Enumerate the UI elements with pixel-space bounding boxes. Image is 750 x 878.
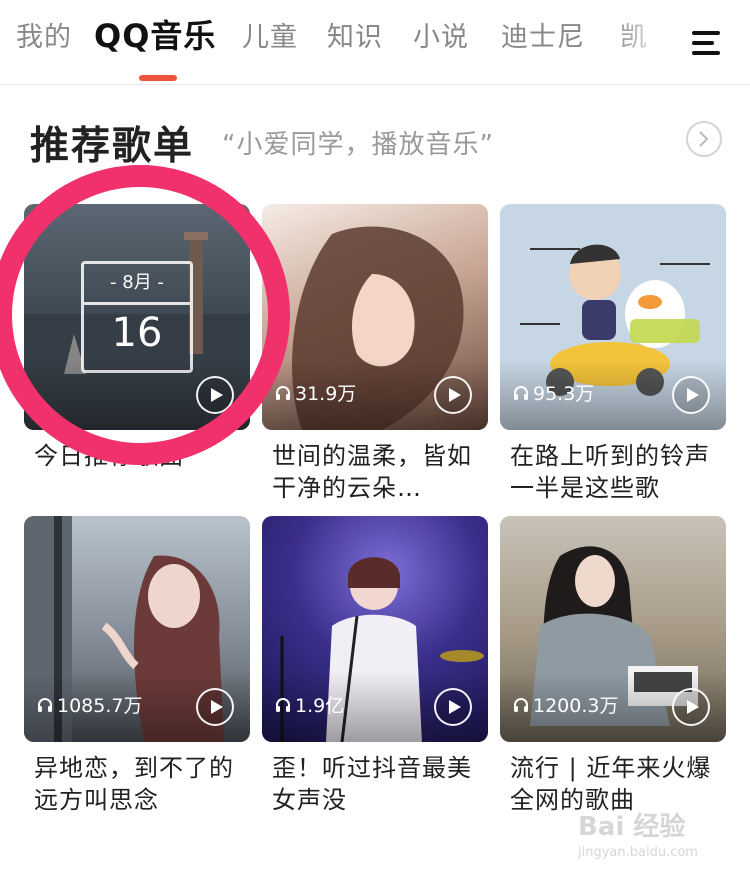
play-count-value: 1085.7万 [57,695,143,717]
playlist-title[interactable]: 在路上听到的铃声一半是这些歌 [510,440,716,504]
more-arrow-button[interactable] [686,121,722,157]
playlist-cover[interactable]: 31.9万 [262,204,488,430]
headphones-icon [514,697,528,712]
play-icon[interactable] [672,376,710,414]
watermark-brand: Bai 经验 [578,812,686,842]
play-count-value: 1.9亿 [295,695,345,717]
play-icon[interactable] [196,688,234,726]
top-tab-bar: 我的 QQ音乐 儿童 知识 小说 迪士尼 凯 [0,0,750,85]
tab-qq-music[interactable]: QQ音乐 [94,16,216,56]
play-icon[interactable] [672,688,710,726]
tab-mine[interactable]: 我的 [16,18,72,58]
playlist-cover[interactable]: 1200.3万 [500,516,726,742]
headphones-icon [514,385,528,400]
watermark-url: jingyan.baidu.com [578,845,698,860]
tab-knowledge[interactable]: 知识 [327,18,383,58]
highlight-ring [0,165,290,465]
chevron-right-icon [699,131,709,147]
play-count: 1200.3万 [512,691,618,718]
active-tab-indicator [139,75,177,81]
tab-fade [612,0,672,83]
playlist-title[interactable]: 异地恋，到不了的远方叫思念 [34,752,240,816]
section-subtitle: “小爱同学，播放音乐” [222,130,494,160]
section-title: 推荐歌单 [30,124,195,169]
headphones-icon [276,697,290,712]
play-icon[interactable] [434,376,472,414]
playlist-title[interactable]: 歪！听过抖音最美女声没 [272,752,478,816]
playlist-cover[interactable]: 1.9亿 [262,516,488,742]
play-count-value: 95.3万 [533,383,595,405]
playlist-cover[interactable]: 1085.7万 [24,516,250,742]
play-count-value: 1200.3万 [533,695,619,717]
tab-children[interactable]: 儿童 [242,18,298,58]
watermark: Bai 经验 jingyan.baidu.com [578,806,698,860]
playlist-title[interactable]: 世间的温柔，皆如干净的云朵… [272,440,478,504]
play-count: 31.9万 [274,379,356,406]
play-count-value: 31.9万 [295,383,357,405]
headphones-icon [276,385,290,400]
play-count: 95.3万 [512,379,594,406]
play-count: 1.9亿 [274,691,344,718]
play-icon[interactable] [434,688,472,726]
play-count: 1085.7万 [36,691,142,718]
tab-disney[interactable]: 迪士尼 [501,18,585,58]
tab-novel[interactable]: 小说 [413,18,469,58]
menu-icon[interactable] [686,22,728,64]
tab-list: 我的 QQ音乐 儿童 知识 小说 迪士尼 凯 [0,0,672,84]
playlist-cover[interactable]: 95.3万 [500,204,726,430]
headphones-icon [38,697,52,712]
